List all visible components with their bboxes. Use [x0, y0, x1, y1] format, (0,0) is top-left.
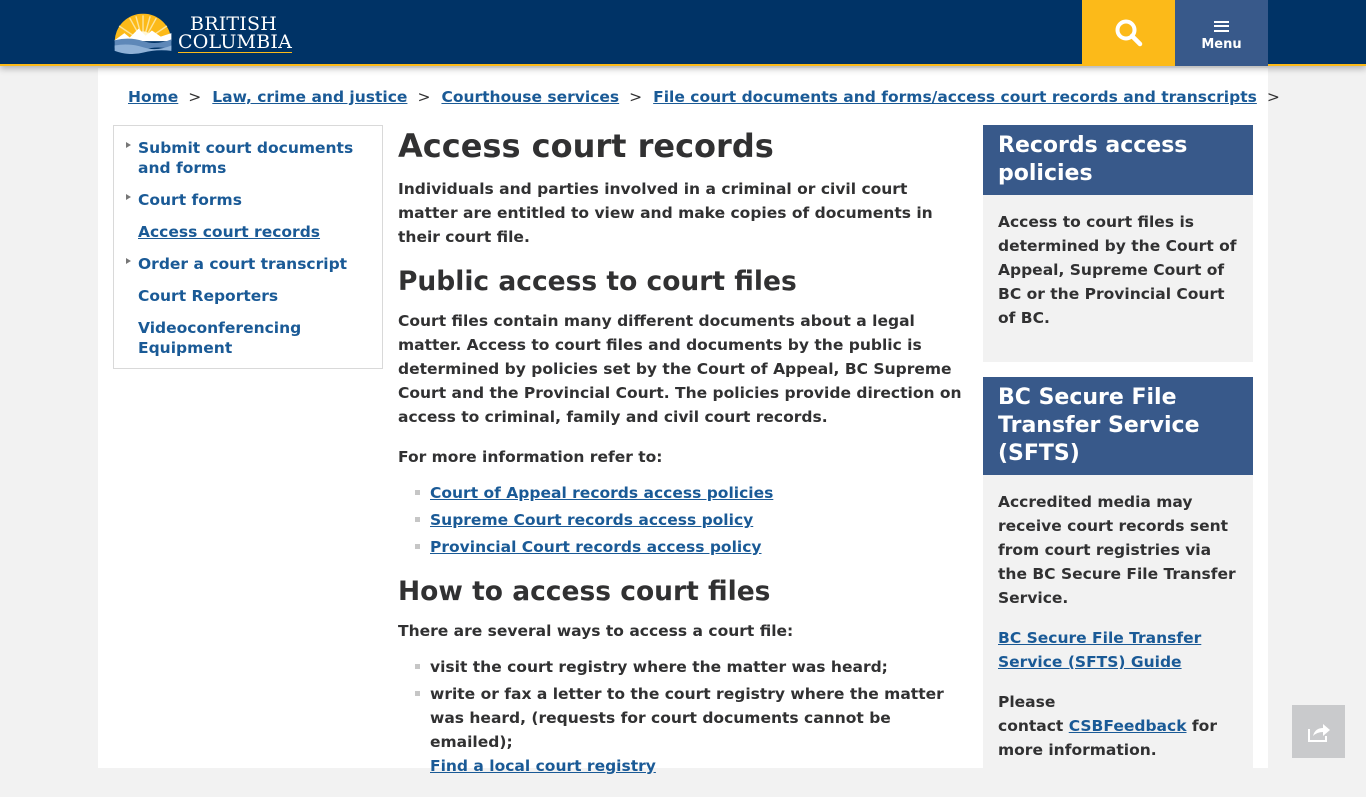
main-content: Access court records Individuals and par…: [398, 125, 963, 794]
policy-links-list: Court of Appeal records access policies …: [415, 481, 963, 559]
list-item: visit the court registry where the matte…: [415, 655, 963, 679]
menu-label: Menu: [1201, 36, 1242, 52]
menu-button[interactable]: Menu: [1175, 0, 1268, 66]
logo-line-2: Columbia: [178, 31, 292, 53]
sidenav-link[interactable]: Court forms: [138, 191, 242, 209]
list-item: Court of Appeal records access policies: [415, 481, 963, 505]
list-item-text: write or fax a letter to the court regis…: [430, 685, 944, 751]
section-side-nav: Submit court documents and forms Court f…: [113, 125, 383, 369]
list-item: Provincial Court records access policy: [415, 535, 963, 559]
refer-text: For more information refer to:: [398, 448, 663, 466]
sidenav-link[interactable]: Videoconferencing Equipment: [138, 319, 301, 357]
card-body: Access to court files is determined by t…: [983, 195, 1253, 362]
list-item: Supreme Court records access policy: [415, 508, 963, 532]
contact-word: contact: [998, 717, 1069, 735]
section-heading-public-access: Public access to court files: [398, 266, 797, 297]
sfts-card: BC Secure File Transfer Service (SFTS) A…: [983, 377, 1253, 782]
contact-paragraph: Please contact CSBFeedback for more infor…: [998, 690, 1238, 762]
share-icon: [1307, 723, 1330, 742]
sidenav-link[interactable]: Submit court documents and forms: [138, 139, 353, 177]
public-access-paragraph: Court files contain many different docum…: [398, 312, 962, 426]
sun-mountain-icon: [114, 13, 172, 55]
square-bullet-icon: [415, 691, 420, 696]
expand-triangle-icon[interactable]: [126, 258, 131, 264]
sidenav-link-active[interactable]: Access court records: [138, 223, 320, 241]
records-access-policies-card: Records access policies Access to court …: [983, 125, 1253, 362]
sidenav-item-court-reporters[interactable]: Court Reporters: [138, 286, 372, 306]
ways-intro: There are several ways to access a court…: [398, 622, 794, 640]
sidenav-item-access-court-records[interactable]: Access court records: [138, 222, 372, 242]
right-sidebar: Records access policies Access to court …: [983, 125, 1253, 797]
provincial-court-policy-link[interactable]: Provincial Court records access policy: [430, 538, 762, 556]
share-button[interactable]: [1292, 705, 1345, 758]
intro-paragraph: Individuals and parties involved in a cr…: [398, 180, 933, 246]
square-bullet-icon: [415, 664, 420, 669]
supreme-court-policy-link[interactable]: Supreme Court records access policy: [430, 511, 753, 529]
card-text: Access to court files is determined by t…: [998, 213, 1237, 327]
site-header: British Columbia Menu: [0, 0, 1366, 66]
sidenav-link[interactable]: Court Reporters: [138, 287, 278, 305]
list-item-text: visit the court registry where the matte…: [430, 658, 888, 676]
page-content: Home > Law, crime and justice > Courthouse s…: [98, 68, 1280, 782]
bc-gov-wordmark: British Columbia: [178, 15, 292, 53]
breadcrumb-home[interactable]: Home: [128, 88, 178, 106]
breadcrumb-law-crime-justice[interactable]: Law, crime and justice: [212, 88, 407, 106]
contact-text: Please: [998, 693, 1056, 711]
card-text: Accredited media may receive court recor…: [998, 493, 1236, 607]
search-icon: [1115, 19, 1142, 47]
expand-triangle-icon[interactable]: [126, 194, 131, 200]
card-title: BC Secure File Transfer Service (SFTS): [983, 377, 1253, 475]
expand-triangle-icon[interactable]: [126, 142, 131, 148]
hamburger-icon: [1214, 20, 1229, 32]
court-of-appeal-policy-link[interactable]: Court of Appeal records access policies: [430, 484, 773, 502]
sfts-guide-link[interactable]: BC Secure File Transfer Service (SFTS) G…: [998, 629, 1201, 671]
breadcrumb-file-court-documents[interactable]: File court documents and forms/access co…: [653, 88, 1257, 106]
breadcrumb-separator: >: [629, 88, 643, 106]
sfts-guide-paragraph: BC Secure File Transfer Service (SFTS) G…: [998, 626, 1238, 674]
bc-gov-logo[interactable]: British Columbia: [112, 9, 292, 59]
sidenav-item-videoconferencing[interactable]: Videoconferencing Equipment: [138, 318, 372, 358]
breadcrumb-courthouse-services[interactable]: Courthouse services: [441, 88, 619, 106]
csb-feedback-link[interactable]: CSBFeedback: [1069, 717, 1187, 735]
sidenav-item-order-transcript[interactable]: Order a court transcript: [126, 254, 372, 274]
card-body: Accredited media may receive court recor…: [983, 475, 1253, 782]
section-heading-how-to-access: How to access court files: [398, 576, 771, 607]
square-bullet-icon: [415, 490, 420, 495]
breadcrumb-separator: >: [188, 88, 202, 106]
sidenav-link[interactable]: Order a court transcript: [138, 255, 347, 273]
list-item: write or fax a letter to the court regis…: [415, 682, 963, 778]
sidenav-item-submit-court-documents[interactable]: Submit court documents and forms: [126, 138, 372, 178]
breadcrumb-separator: >: [417, 88, 431, 106]
square-bullet-icon: [415, 544, 420, 549]
square-bullet-icon: [415, 517, 420, 522]
access-ways-list: visit the court registry where the matte…: [415, 655, 963, 778]
breadcrumb: Home > Law, crime and justice > Courthouse s…: [128, 88, 1291, 106]
sidenav-item-court-forms[interactable]: Court forms: [126, 190, 372, 210]
search-button[interactable]: [1082, 0, 1175, 66]
card-title: Records access policies: [983, 125, 1253, 195]
breadcrumb-separator: >: [1266, 88, 1280, 106]
find-court-registry-link[interactable]: Find a local court registry: [430, 757, 656, 775]
page-title: Access court records: [398, 127, 774, 165]
